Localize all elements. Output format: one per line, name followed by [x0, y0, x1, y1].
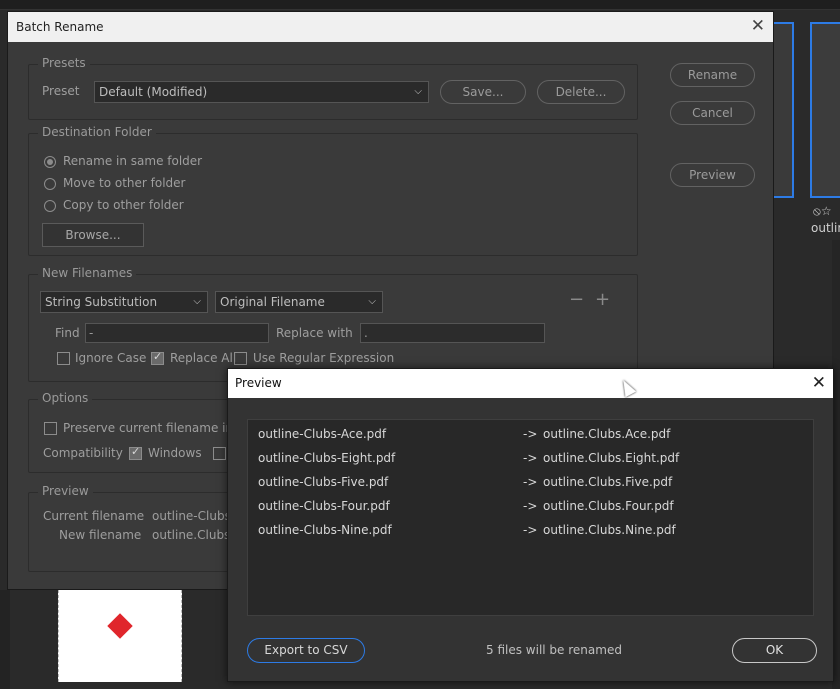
rename-button[interactable]: Rename — [670, 63, 755, 87]
replace-all-label: Replace All — [170, 351, 237, 365]
minus-icon[interactable]: − — [569, 289, 584, 310]
replace-with-label: Replace with — [276, 326, 353, 340]
destination-folder-group: Destination Folder Rename in same folder… — [28, 125, 638, 256]
presets-group-title: Presets — [38, 56, 90, 70]
rename-count-status: 5 files will be renamed — [486, 643, 622, 657]
current-filename-label: Current filename — [43, 509, 145, 523]
copy-other-folder-label: Copy to other folder — [63, 198, 184, 212]
rename-arrow: -> — [523, 451, 538, 465]
ignore-case-checkbox[interactable] — [57, 352, 70, 365]
list-item[interactable]: outline-Clubs-Nine.pdf -> outline.Clubs.… — [248, 520, 813, 540]
save-preset-button[interactable]: Save... — [440, 80, 526, 104]
thumbnail-selected[interactable] — [810, 22, 840, 198]
preview-dialog: Preview ✕ outline-Clubs-Ace.pdf -> outli… — [227, 368, 834, 682]
preview-dialog-title: Preview — [235, 376, 282, 390]
batch-rename-title: Batch Rename — [16, 20, 104, 34]
use-regex-checkbox[interactable] — [234, 352, 247, 365]
source-select-value: Original Filename — [220, 295, 325, 309]
use-regex-label: Use Regular Expression — [253, 351, 395, 365]
windows-checkbox[interactable] — [129, 445, 142, 460]
ok-button[interactable]: OK — [732, 638, 817, 663]
new-filenames-group-title: New Filenames — [38, 266, 137, 280]
rename-type-value: String Substitution — [45, 295, 158, 309]
windows-label: Windows — [148, 446, 202, 460]
new-filenames-group: New Filenames String Substitution ⌵ Orig… — [28, 266, 638, 382]
source-filename: outline-Clubs-Eight.pdf — [258, 451, 396, 465]
target-filename: outline.Clubs.Ace.pdf — [543, 427, 671, 441]
destination-folder-group-title: Destination Folder — [38, 125, 156, 139]
source-filename: outline-Clubs-Four.pdf — [258, 499, 390, 513]
browse-button[interactable]: Browse... — [42, 223, 144, 247]
preset-label: Preset — [42, 84, 80, 98]
app-top-bar — [0, 0, 840, 10]
close-icon[interactable]: ✕ — [751, 12, 765, 40]
find-input[interactable]: - — [85, 323, 269, 343]
new-filename-label: New filename — [59, 528, 142, 542]
source-filename: outline-Clubs-Nine.pdf — [258, 523, 392, 537]
preview-button[interactable]: Preview — [670, 163, 755, 187]
list-item[interactable]: outline-Clubs-Ace.pdf -> outline.Clubs.A… — [248, 424, 813, 444]
left-panel-strip — [0, 590, 10, 689]
chevron-down-icon: ⌵ — [193, 296, 201, 307]
rename-arrow: -> — [523, 499, 538, 513]
presets-group: Presets Preset Default (Modified) ⌵ Save… — [28, 56, 638, 120]
rename-arrow: -> — [523, 475, 538, 489]
rename-arrow: -> — [523, 523, 538, 537]
thumbnail-label: outlin — [811, 221, 840, 235]
source-filename: outline-Clubs-Five.pdf — [258, 475, 389, 489]
chevron-down-icon: ⌵ — [414, 86, 422, 97]
preset-select[interactable]: Default (Modified) ⌵ — [94, 81, 429, 103]
list-item[interactable]: outline-Clubs-Four.pdf -> outline.Clubs.… — [248, 496, 813, 516]
compat-checkbox[interactable] — [213, 447, 226, 460]
replace-with-input[interactable]: . — [360, 323, 545, 343]
preview-dialog-titlebar[interactable]: Preview ✕ — [228, 369, 833, 398]
ignore-case-label: Ignore Case — [75, 351, 147, 365]
thumbnail-selected[interactable] — [772, 22, 794, 198]
copy-other-folder-radio[interactable] — [44, 200, 56, 212]
preset-select-value: Default (Modified) — [99, 85, 208, 99]
rename-arrow: -> — [523, 427, 538, 441]
source-filename: outline-Clubs-Ace.pdf — [258, 427, 387, 441]
preview-file-list[interactable]: outline-Clubs-Ace.pdf -> outline.Clubs.A… — [247, 419, 814, 616]
move-other-folder-radio[interactable] — [44, 178, 56, 190]
preview-group-title: Preview — [38, 484, 93, 498]
rename-same-folder-radio[interactable] — [44, 156, 56, 168]
close-icon[interactable]: ✕ — [812, 369, 826, 397]
plus-icon[interactable]: + — [595, 289, 610, 310]
preserve-filename-checkbox[interactable] — [44, 422, 57, 435]
target-filename: outline.Clubs.Five.pdf — [543, 475, 673, 489]
export-csv-button[interactable]: Export to CSV — [247, 638, 365, 663]
list-item[interactable]: outline-Clubs-Five.pdf -> outline.Clubs.… — [248, 472, 813, 492]
move-other-folder-label: Move to other folder — [63, 176, 186, 190]
find-label: Find — [55, 326, 80, 340]
chevron-down-icon: ⌵ — [368, 296, 376, 307]
source-select[interactable]: Original Filename ⌵ — [215, 291, 383, 313]
rename-type-select[interactable]: String Substitution ⌵ — [40, 291, 208, 313]
replace-all-checkbox[interactable] — [151, 350, 164, 365]
target-filename: outline.Clubs.Nine.pdf — [543, 523, 676, 537]
thumbnail-rating-icons[interactable]: ⦸☆ — [813, 204, 832, 219]
preserve-filename-label: Preserve current filename in X — [63, 421, 246, 435]
target-filename: outline.Clubs.Eight.pdf — [543, 451, 680, 465]
compatibility-label: Compatibility — [43, 446, 123, 460]
batch-rename-titlebar[interactable]: Batch Rename ✕ — [8, 12, 773, 42]
delete-preset-button[interactable]: Delete... — [537, 80, 625, 104]
cancel-button[interactable]: Cancel — [670, 101, 755, 125]
rename-same-folder-label: Rename in same folder — [63, 154, 203, 168]
options-group-title: Options — [38, 391, 93, 405]
target-filename: outline.Clubs.Four.pdf — [543, 499, 674, 513]
list-item[interactable]: outline-Clubs-Eight.pdf -> outline.Clubs… — [248, 448, 813, 468]
